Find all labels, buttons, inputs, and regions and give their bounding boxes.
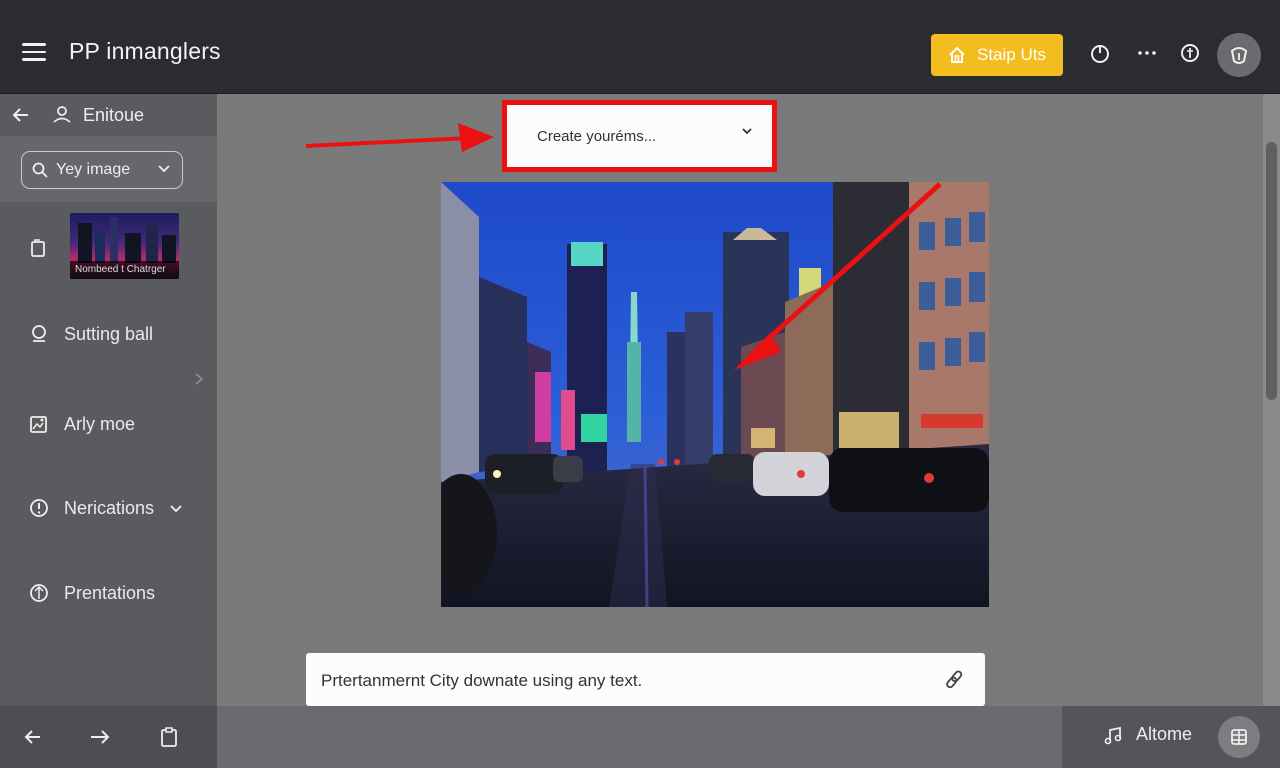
sidebar-item-document[interactable] (28, 237, 50, 259)
sidebar-item-prentations[interactable]: Prentations (28, 582, 155, 604)
grid-icon (1231, 729, 1247, 745)
thumbnail-caption: Nombeed t Chatrger (70, 261, 179, 279)
home-label: Altome (1136, 724, 1193, 744)
create-dropdown-label: Create youréms... (537, 127, 657, 145)
prompt-input[interactable]: Prtertanmernt City downate using any tex… (306, 653, 985, 706)
sidebar-item-label: Sutting ball (64, 323, 154, 344)
sidebar-header: Enitoue (0, 94, 217, 136)
vertical-scrollbar[interactable] (1263, 94, 1280, 706)
link-icon[interactable] (945, 669, 965, 689)
bottom-bar: Altome (0, 706, 1280, 768)
search-area: Yey image (0, 136, 217, 202)
chevron-down-icon (158, 165, 170, 173)
sidebar-header-label: Enitoue (83, 105, 145, 125)
image-edit-icon (28, 413, 50, 435)
home-icon (949, 46, 965, 63)
sidebar-item-label: Prentations (64, 582, 156, 603)
forward-arrow-icon[interactable] (87, 724, 113, 750)
sidebar-item-label: Arly moe (64, 413, 136, 434)
chevron-right-icon[interactable] (193, 372, 205, 391)
sidebar-item-label: Nerications (64, 497, 155, 518)
avatar[interactable] (1217, 33, 1261, 77)
back-arrow-icon[interactable] (10, 104, 32, 131)
search-icon (32, 162, 48, 178)
shield-icon (28, 582, 50, 604)
sidebar-item-arly-moe[interactable]: Arly moe (28, 413, 135, 435)
person-icon (52, 104, 72, 129)
sidebar: Enitoue Yey image Nombeed t Chatrger Sut… (0, 94, 217, 706)
document-icon (28, 237, 50, 259)
image-thumbnail[interactable]: Nombeed t Chatrger (70, 213, 179, 279)
info-icon (28, 497, 50, 519)
bottom-nav (0, 706, 217, 768)
prompt-text: Prtertanmernt City downate using any tex… (321, 671, 643, 690)
home-button[interactable]: Altome (1104, 724, 1192, 745)
scrollbar-thumb[interactable] (1266, 142, 1277, 400)
clipboard-icon[interactable] (156, 724, 182, 750)
upgrade-label: Staip Uts (977, 45, 1046, 64)
sidebar-item-nerications[interactable]: Nerications (28, 497, 184, 519)
bulb-icon (28, 323, 50, 345)
app-title: PP inmanglers (69, 38, 221, 64)
power-icon[interactable] (1087, 40, 1113, 66)
upgrade-button[interactable]: Staip Uts (931, 34, 1063, 76)
sidebar-item-sutting-ball[interactable]: Sutting ball (28, 323, 153, 345)
avatar-icon (1230, 47, 1248, 64)
generated-city-image[interactable] (441, 182, 989, 607)
back-arrow-icon[interactable] (20, 724, 46, 750)
create-dropdown[interactable]: Create youréms... (502, 100, 777, 172)
grid-button[interactable] (1218, 716, 1260, 758)
top-bar: PP inmanglers Staip Uts (0, 0, 1280, 94)
search-dropdown[interactable]: Yey image (21, 151, 183, 189)
chevron-down-icon[interactable] (168, 500, 184, 516)
more-icon[interactable] (1134, 40, 1160, 66)
menu-icon[interactable] (18, 36, 50, 68)
chevron-down-icon (742, 128, 752, 135)
coin-icon[interactable] (1177, 40, 1203, 66)
music-icon (1104, 726, 1122, 744)
search-value: Yey image (56, 161, 131, 178)
